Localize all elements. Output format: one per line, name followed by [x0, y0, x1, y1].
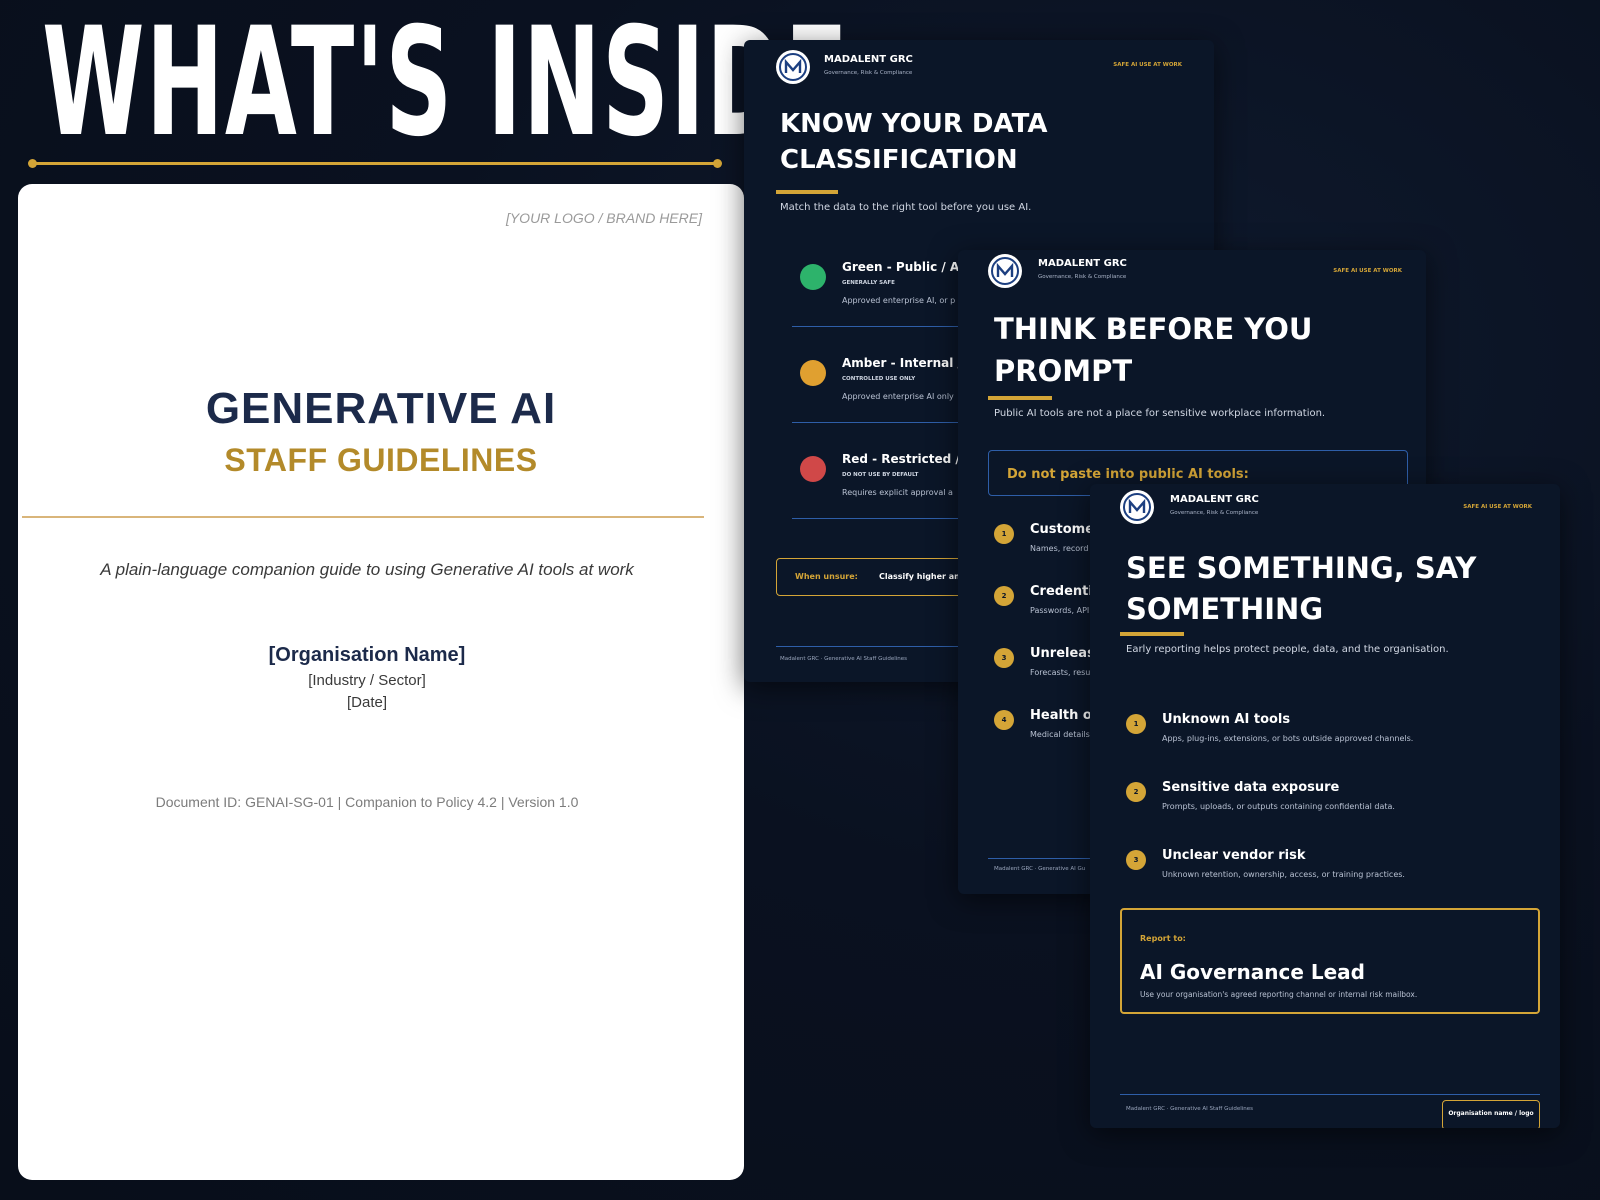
number-badge: 1	[1126, 714, 1146, 734]
item-desc: Medical details	[1030, 730, 1090, 739]
cover-date: [Date]	[346, 694, 388, 711]
card-title-line2: CLASSIFICATION	[780, 145, 1018, 176]
brand-name: MADALENT GRC	[824, 54, 913, 65]
item-desc: Names, record	[1030, 544, 1089, 553]
amber-status-dot	[800, 360, 826, 386]
item-desc: Unknown retention, ownership, access, or…	[1162, 870, 1405, 879]
list-item: 1 Unknown AI tools Apps, plug-ins, exten…	[1126, 712, 1546, 770]
item-desc: Prompts, uploads, or outputs containing …	[1162, 802, 1395, 811]
item-desc: Forecasts, resu	[1030, 668, 1091, 677]
brand-name: MADALENT GRC	[1038, 258, 1127, 269]
report-label: Report to:	[1140, 934, 1186, 943]
organisation-name: [Organisation Name]	[268, 644, 466, 666]
brand-sub: Governance, Risk & Compliance	[1170, 510, 1259, 516]
logo-placeholder: [YOUR LOGO / BRAND HERE]	[505, 210, 702, 226]
document-id: Document ID: GENAI-SG-01 | Companion to …	[155, 794, 579, 810]
list-item: 3 Unclear vendor risk Unknown retention,…	[1126, 848, 1546, 906]
number-badge: 3	[994, 648, 1014, 668]
number-badge: 2	[994, 586, 1014, 606]
item-title: Unclear vendor risk	[1162, 848, 1306, 863]
box-title: Do not paste into public AI tools:	[1007, 467, 1249, 482]
unsure-text: Classify higher and	[879, 572, 966, 581]
item-title: Health or	[1030, 708, 1099, 723]
topline-label: SAFE AI USE AT WORK	[1463, 504, 1532, 510]
topline-label: SAFE AI USE AT WORK	[1113, 62, 1182, 68]
card-title-line1: THINK BEFORE YOU	[994, 312, 1313, 346]
card-title-line2: PROMPT	[994, 354, 1133, 389]
item-title: Unknown AI tools	[1162, 712, 1291, 727]
brand-logo-icon	[1120, 490, 1154, 524]
cover-page: [YOUR LOGO / BRAND HERE] GENERATIVE AI S…	[18, 184, 744, 1180]
card-title: KNOW YOUR DATA CLASSIFICATION	[780, 106, 1047, 179]
card-title: THINK BEFORE YOU PROMPT	[994, 308, 1312, 392]
brand-logo-icon	[988, 254, 1022, 288]
row-title: Red - Restricted / F	[842, 452, 973, 466]
footer-text: Madalent GRC · Generative AI Gu	[994, 866, 1086, 872]
row-title: Green - Public / Ap	[842, 260, 968, 274]
card-lead: Public AI tools are not a place for sens…	[994, 408, 1326, 419]
brand-sub: Governance, Risk & Compliance	[1038, 274, 1127, 280]
row-tag: GENERALLY SAFE	[842, 280, 895, 286]
card-title-line1: SEE SOMETHING, SAY	[1126, 551, 1477, 585]
list-item: 2 Sensitive data exposure Prompts, uploa…	[1126, 780, 1546, 838]
report-desc: Use your organisation's agreed reporting…	[1140, 990, 1418, 999]
card-lead: Early reporting helps protect people, da…	[1126, 644, 1449, 655]
item-desc: Passwords, API	[1030, 606, 1090, 615]
row-desc: Approved enterprise AI only	[842, 392, 954, 401]
industry-sector: [Industry / Sector]	[308, 672, 426, 689]
number-badge: 3	[1126, 850, 1146, 870]
card-title-line1: KNOW YOUR DATA	[780, 109, 1048, 139]
cover-title: GENERATIVE AI	[205, 384, 557, 433]
headline: WHAT'S INSIDE	[42, 0, 850, 170]
cover-divider	[22, 516, 704, 518]
brand-sub: Governance, Risk & Compliance	[824, 70, 913, 76]
footer-text: Madalent GRC · Generative AI Staff Guide…	[780, 656, 908, 662]
title-rule	[776, 190, 838, 194]
title-rule	[988, 396, 1052, 400]
report-to-box: Report to: AI Governance Lead Use your o…	[1120, 908, 1540, 1014]
number-badge: 2	[1126, 782, 1146, 802]
topline-label: SAFE AI USE AT WORK	[1333, 268, 1402, 274]
footer-line	[1120, 1094, 1540, 1095]
footer-text: Madalent GRC · Generative AI Staff Guide…	[1126, 1106, 1254, 1112]
row-tag: CONTROLLED USE ONLY	[842, 376, 916, 382]
row-desc: Requires explicit approval a	[842, 488, 953, 497]
row-title: Amber - Internal /	[842, 356, 962, 370]
cover-tagline: A plain-language companion guide to usin…	[100, 560, 634, 579]
brand-logo-icon	[776, 50, 810, 84]
green-status-dot	[800, 264, 826, 290]
card-see-something: MADALENT GRC Governance, Risk & Complian…	[1090, 484, 1560, 1128]
number-badge: 1	[994, 524, 1014, 544]
brand-name: MADALENT GRC	[1170, 494, 1259, 505]
red-status-dot	[800, 456, 826, 482]
organisation-logo-chip: Organisation name / logo	[1442, 1100, 1540, 1128]
row-tag: DO NOT USE BY DEFAULT	[842, 472, 919, 478]
card-title: SEE SOMETHING, SAY SOMETHING	[1126, 548, 1476, 629]
headline-underline	[28, 159, 722, 168]
item-desc: Apps, plug-ins, extensions, or bots outs…	[1162, 734, 1414, 743]
cover-subtitle: STAFF GUIDELINES	[224, 442, 538, 478]
item-title: Sensitive data exposure	[1162, 780, 1340, 795]
card-title-line2: SOMETHING	[1126, 591, 1324, 626]
title-rule	[1120, 632, 1184, 636]
card-lead: Match the data to the right tool before …	[780, 202, 1032, 213]
row-desc: Approved enterprise AI, or p	[842, 296, 956, 305]
unsure-label: When unsure:	[795, 572, 858, 581]
report-title: AI Governance Lead	[1140, 960, 1365, 984]
number-badge: 4	[994, 710, 1014, 730]
